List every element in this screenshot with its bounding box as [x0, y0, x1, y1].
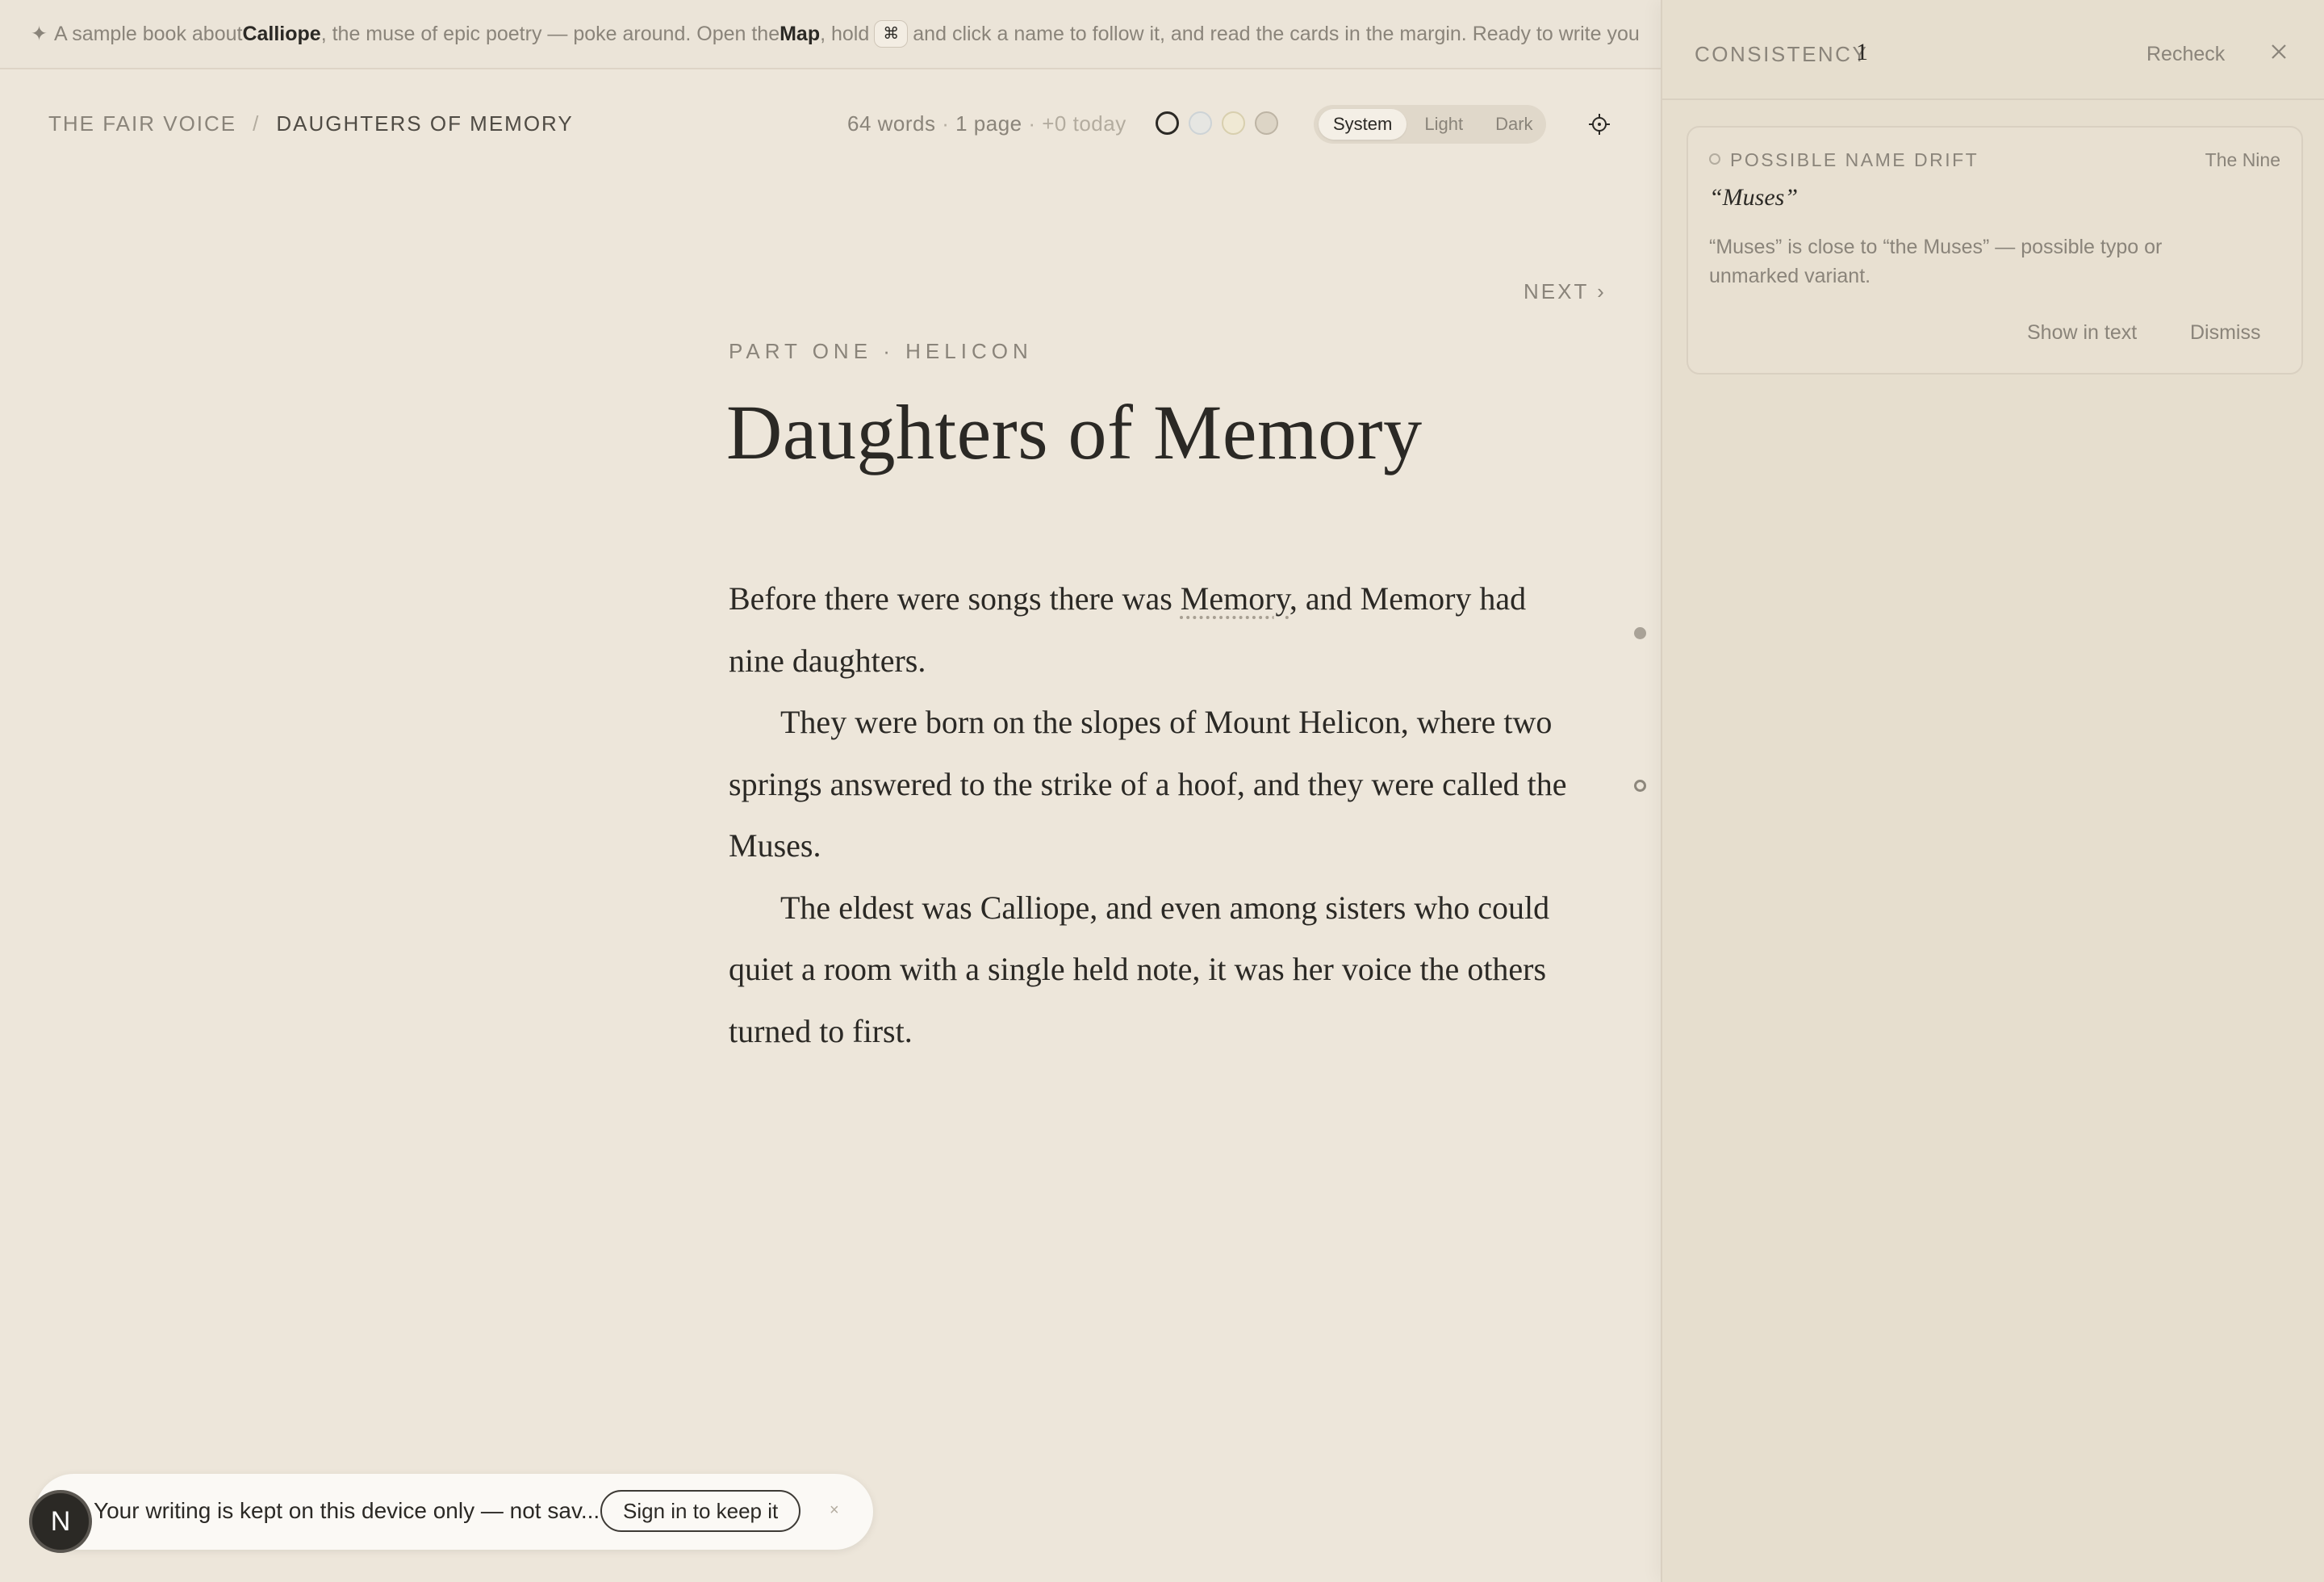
chapter-body[interactable]: Before there were songs there was Memory… — [729, 568, 1584, 1062]
stats-separator: · — [935, 111, 956, 136]
chapter-title[interactable]: Daughters of Memory — [726, 387, 1423, 477]
banner-text-4: and click a name to follow it, and read … — [913, 22, 1640, 45]
issue-description: “Muses” is close to “the Muses” — possib… — [1709, 236, 2163, 287]
toast-message: Your writing is kept on this device only… — [94, 1498, 600, 1523]
margin-note-dot[interactable] — [1634, 627, 1646, 639]
entity-link-memory[interactable]: Memory — [1181, 580, 1289, 617]
sign-in-button[interactable]: Sign in to keep it — [600, 1490, 801, 1532]
swatch-warm[interactable] — [1222, 111, 1245, 135]
sparkle-icon: ✦ — [31, 23, 48, 45]
close-icon[interactable] — [2268, 40, 2290, 63]
breadcrumb-chapter[interactable]: DAUGHTERS OF MEMORY — [276, 111, 573, 136]
paragraph-1[interactable]: Before there were songs there was Memory… — [729, 568, 1584, 692]
theme-dark[interactable]: Dark — [1481, 109, 1547, 140]
panel-header: CONSISTENCY 1 Recheck — [1662, 0, 2324, 100]
banner-text-1: A sample book about — [53, 22, 243, 45]
swatch-paper[interactable] — [1156, 111, 1179, 135]
paragraph-2[interactable]: They were born on the slopes of Mount He… — [729, 692, 1584, 877]
toast-close-icon[interactable]: × — [830, 1501, 839, 1520]
theme-light[interactable]: Light — [1410, 109, 1478, 140]
part-label: PART ONE · HELICON — [729, 339, 1033, 363]
show-in-text-button[interactable]: Show in text — [2027, 321, 2137, 345]
issue-term: “Muses” — [1709, 184, 1799, 211]
banner-text-2: , the muse of epic poetry — poke around.… — [320, 22, 780, 45]
paragraph-3[interactable]: The eldest was Calliope, and even among … — [729, 877, 1584, 1063]
today-count: +0 today — [1042, 111, 1126, 136]
status-ring-icon — [1709, 153, 1720, 165]
word-count: 64 words — [847, 111, 936, 136]
issue-kind: POSSIBLE NAME DRIFT — [1730, 149, 1979, 170]
paper-swatches — [1156, 111, 1278, 135]
issue-count: 1 — [1856, 39, 1868, 65]
consistency-panel: CONSISTENCY 1 Recheck POSSIBLE NAME DRIF… — [1661, 0, 2324, 1582]
breadcrumb-separator: / — [253, 111, 261, 136]
panel-title: CONSISTENCY — [1695, 42, 1869, 66]
banner-map-link[interactable]: Map — [780, 23, 820, 46]
swatch-sand[interactable] — [1255, 111, 1278, 135]
issue-group-tag[interactable]: The Nine — [2205, 149, 2280, 171]
stats-separator: · — [1022, 111, 1043, 136]
cmd-key: ⌘ — [874, 20, 909, 48]
theme-toggle: System Light Dark — [1314, 105, 1546, 144]
breadcrumb-book[interactable]: THE FAIR VOICE — [48, 111, 236, 136]
paragraph-text: Before there were songs there was — [729, 580, 1181, 617]
breadcrumb: THE FAIR VOICE / DAUGHTERS OF MEMORY — [48, 111, 574, 136]
banner-name: Calliope — [242, 22, 321, 45]
sample-banner: ✦ A sample book about Calliope, the muse… — [0, 0, 1661, 69]
word-stats: 64 words · 1 page · +0 today — [847, 111, 1126, 136]
banner-text-3: , hold — [820, 22, 870, 45]
focus-mode-icon[interactable] — [1586, 111, 1612, 137]
next-chapter-link[interactable]: NEXT › — [1524, 279, 1607, 304]
page-count: 1 page — [955, 111, 1022, 136]
swatch-cool[interactable] — [1189, 111, 1212, 135]
margin-issue-dot[interactable] — [1634, 780, 1646, 792]
app-avatar[interactable]: N — [29, 1490, 92, 1553]
dismiss-button[interactable]: Dismiss — [2190, 321, 2261, 345]
issue-card: POSSIBLE NAME DRIFT The Nine “Muses” “Mu… — [1687, 126, 2303, 375]
recheck-button[interactable]: Recheck — [2146, 43, 2225, 66]
theme-system[interactable]: System — [1319, 109, 1407, 140]
